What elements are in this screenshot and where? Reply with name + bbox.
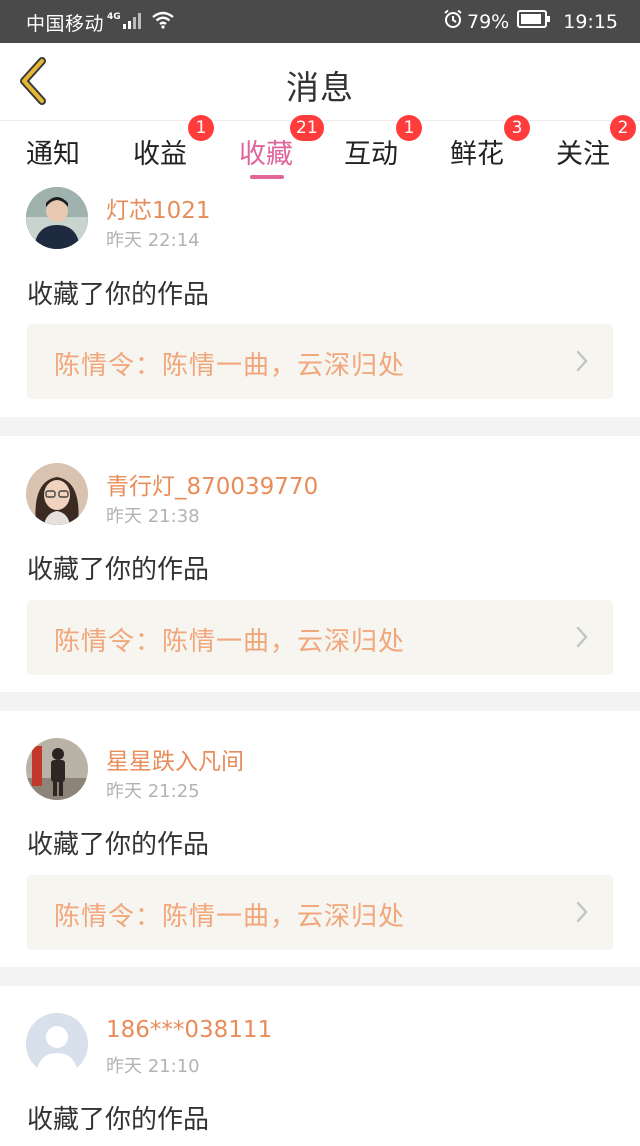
timestamp: 昨天 21:38 (106, 506, 200, 527)
tab-favorites[interactable]: 收藏 (239, 132, 293, 171)
username[interactable]: 星星跌入凡间 (106, 742, 244, 776)
work-title: 陈情令：陈情一曲，云深归处 (54, 902, 406, 932)
action-text: 收藏了你的作品 (27, 1105, 210, 1135)
work-link[interactable]: 陈情令：陈情一曲，云深归处 (27, 875, 613, 950)
avatar[interactable] (26, 1013, 88, 1075)
page-title: 消息 (286, 68, 354, 107)
carrier-name: 中国移动 (26, 13, 105, 35)
tab-interactions-badge: 1 (396, 115, 422, 141)
tab-flowers-badge: 3 (504, 115, 530, 141)
avatar[interactable] (26, 187, 88, 249)
avatar[interactable] (26, 463, 88, 525)
chevron-right-icon (575, 901, 589, 927)
signal-icon (122, 12, 143, 34)
tab-notifications[interactable]: 通知 (26, 132, 80, 171)
list-item: 灯芯1021 昨天 22:14 收藏了你的作品 陈情令：陈情一曲，云深归处 (0, 183, 640, 417)
tab-favorites-badge: 21 (290, 115, 324, 141)
timestamp: 昨天 21:25 (106, 781, 200, 802)
work-title: 陈情令：陈情一曲，云深归处 (54, 627, 406, 657)
tab-bar: 通知 收益 1 收藏 21 互动 1 鲜花 3 关注 2 (0, 115, 640, 183)
avatar[interactable] (26, 738, 88, 800)
network-type: 4G (107, 11, 121, 22)
tab-follows-badge: 2 (610, 115, 636, 141)
username[interactable]: 186***038111 (106, 1017, 272, 1043)
tab-follows[interactable]: 关注 (556, 132, 610, 171)
separator (0, 692, 640, 711)
tab-interactions[interactable]: 互动 (344, 132, 398, 171)
nav-header: 消息 (0, 43, 640, 121)
list-item: 星星跌入凡间 昨天 21:25 收藏了你的作品 陈情令：陈情一曲，云深归处 (0, 711, 640, 967)
active-tab-indicator (250, 175, 284, 179)
alarm-icon (443, 9, 463, 34)
message-list: 灯芯1021 昨天 22:14 收藏了你的作品 陈情令：陈情一曲，云深归处 青行… (0, 183, 640, 1146)
username[interactable]: 灯芯1021 (106, 191, 211, 225)
action-text: 收藏了你的作品 (27, 555, 210, 585)
username[interactable]: 青行灯_870039770 (106, 467, 318, 501)
clock-time: 19:15 (563, 10, 618, 33)
tab-earnings[interactable]: 收益 (133, 132, 187, 171)
timestamp: 昨天 21:10 (106, 1056, 200, 1077)
separator (0, 417, 640, 436)
separator (0, 967, 640, 986)
work-link[interactable]: 陈情令：陈情一曲，云深归处 (27, 324, 613, 399)
action-text: 收藏了你的作品 (27, 830, 210, 860)
tab-flowers[interactable]: 鲜花 (450, 132, 504, 171)
status-bar: 中国移动 4G 79% 19:15 (0, 0, 640, 43)
list-item: 青行灯_870039770 昨天 21:38 收藏了你的作品 陈情令：陈情一曲，… (0, 436, 640, 692)
work-link[interactable]: 陈情令：陈情一曲，云深归处 (27, 600, 613, 675)
battery-percent: 79% (467, 10, 510, 33)
action-text: 收藏了你的作品 (27, 280, 210, 310)
battery-icon (517, 10, 551, 33)
work-title: 陈情令：陈情一曲，云深归处 (54, 351, 406, 381)
list-item: 186***038111 昨天 21:10 收藏了你的作品 (0, 986, 640, 1146)
wifi-icon (151, 11, 175, 34)
chevron-right-icon (575, 350, 589, 376)
timestamp: 昨天 22:14 (106, 230, 200, 251)
chevron-right-icon (575, 626, 589, 652)
tab-earnings-badge: 1 (188, 115, 214, 141)
